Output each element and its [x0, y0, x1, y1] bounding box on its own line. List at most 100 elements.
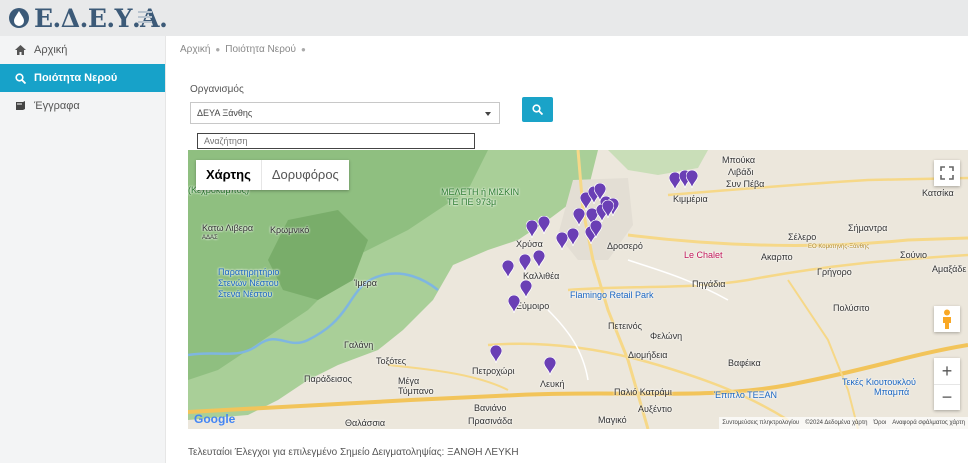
org-label: Οργανισμός: [190, 84, 244, 95]
map-data-text: ©2024 Δεδομένα χάρτη: [805, 420, 868, 426]
logo-drop-icon: [9, 8, 29, 28]
sidebar-item-label: Ποιότητα Νερού: [34, 72, 118, 84]
map-label: ΜΕΛΕΤΗ ή ΜΙΣΚΙΝ: [441, 187, 520, 197]
map-label: Ακαρπο: [761, 252, 793, 262]
sampling-point-pin-icon[interactable]: [508, 295, 520, 313]
map-label: Μπούκα: [722, 155, 756, 165]
map-label: Χρύσα: [516, 239, 543, 249]
sidebar: Αρχική Ποιότητα Νερού Έγγραφα: [0, 36, 166, 463]
map-label: Πρασινάδα: [468, 416, 513, 426]
sidebar-item-water-quality[interactable]: Ποιότητα Νερού: [0, 64, 165, 92]
map-label: Δροσερό: [607, 241, 643, 251]
org-select[interactable]: ΔΕΥΑ Ξάνθης: [190, 102, 500, 124]
map-label: Γαλάνη: [344, 340, 374, 350]
sampling-point-pin-icon[interactable]: [538, 216, 550, 234]
latest-checks-title: Τελευταίοι Έλεγχοι για επιλεγμένο Σημείο…: [188, 447, 519, 458]
map-label: Φελώνη: [650, 331, 683, 341]
home-icon: [14, 44, 26, 56]
map-label: Σέλερο: [788, 232, 817, 242]
map-label: Πολύσιτο: [833, 303, 870, 313]
map-label: Πετεινός: [608, 321, 642, 331]
sidebar-item-label: Έγγραφα: [34, 100, 80, 112]
breadcrumb-separator: ●: [300, 45, 306, 54]
map-label: Στενών Νέστου: [218, 278, 279, 288]
map-label: Στενά Νέστου: [218, 289, 273, 299]
map-label: ΤΕ ΠΕ 973μ: [447, 197, 497, 207]
sampling-point-pin-icon[interactable]: [502, 260, 514, 278]
map-attribution: Συντομεύσεις πληκτρολογίου ©2024 Δεδομέν…: [719, 417, 968, 429]
map-label: Θαλάσσια: [345, 418, 386, 428]
zoom-in-button[interactable]: +: [934, 358, 960, 384]
map-label: Πηγάδια: [692, 279, 726, 289]
map-label: Σήμαντρα: [848, 223, 888, 233]
book-icon: [14, 100, 26, 112]
map-label: Τύμπανο: [398, 386, 434, 396]
map-label[interactable]: Έπιπλο ΤΕΞΑΝ: [714, 390, 777, 400]
map-label: Κρωμνικό: [270, 225, 310, 235]
pegman-icon[interactable]: [934, 306, 960, 332]
sampling-point-pin-icon[interactable]: [567, 228, 579, 246]
google-logo: Google: [194, 412, 236, 426]
sampling-point-pin-icon[interactable]: [533, 250, 545, 268]
map-label[interactable]: Τεκές Κιουτουκλού: [842, 377, 916, 387]
map-label: Παλιό Κατράμι: [614, 387, 672, 397]
breadcrumb-separator: ●: [215, 45, 221, 54]
map-label: Κατσίκα: [922, 188, 954, 198]
map-label: Σούνιο: [900, 250, 927, 260]
map-label: Συν Πέβα: [726, 179, 765, 189]
map-label: Λευκή: [540, 379, 565, 389]
chevron-down-icon: [485, 112, 491, 116]
sampling-point-pin-icon[interactable]: [526, 220, 538, 238]
map-type-satellite-button[interactable]: Δορυφόρος: [260, 160, 349, 190]
org-select-value: ΔΕΥΑ Ξάνθης: [197, 108, 253, 118]
map-label: Αυξέντιο: [638, 404, 673, 414]
map-label: Μπαμπά: [874, 387, 910, 397]
map-label: Αμαξάδε: [932, 264, 967, 274]
map-label: Μαγικό: [598, 415, 627, 425]
breadcrumb-current: Ποιότητα Νερού: [225, 44, 296, 55]
map-label: Εύμοιρο: [516, 301, 550, 311]
sampling-point-pin-icon[interactable]: [686, 170, 698, 188]
map-label: Πετροχώρι: [472, 366, 515, 376]
sidebar-item-documents[interactable]: Έγγραφα: [0, 92, 165, 120]
map-label: Κατω Λιβερα: [202, 223, 254, 233]
menu-toggle-icon[interactable]: [138, 11, 152, 23]
breadcrumb: Αρχική ● Ποιότητα Νερού ●: [180, 44, 306, 55]
sampling-point-pin-icon[interactable]: [520, 280, 532, 298]
map[interactable]: Χάρτης Δορυφόρος + − Μπούκα Λιβάδι Συν Π…: [188, 150, 968, 429]
map-label[interactable]: Le Chalet: [684, 250, 723, 260]
keyboard-shortcuts-link[interactable]: Συντομεύσεις πληκτρολογίου: [722, 420, 799, 426]
map-label: Μέγα: [398, 376, 420, 386]
zoom-out-button[interactable]: −: [934, 384, 960, 410]
sampling-point-pin-icon[interactable]: [519, 254, 531, 272]
sampling-point-pin-icon[interactable]: [573, 208, 585, 226]
sidebar-item-home[interactable]: Αρχική: [0, 36, 165, 64]
map-label: Διομήδεια: [628, 350, 668, 360]
map-label: Βαφέικα: [728, 358, 761, 368]
map-label: ΑΔΑΣ: [202, 235, 218, 241]
sampling-point-pin-icon[interactable]: [490, 345, 502, 363]
map-label: Λιβάδι: [728, 167, 754, 177]
search-icon: [14, 72, 26, 84]
sampling-point-pin-icon[interactable]: [602, 200, 614, 218]
map-type-map-button[interactable]: Χάρτης: [196, 160, 261, 190]
top-header: Ε.Δ.Ε.Υ.Α.: [0, 0, 968, 36]
report-error-link[interactable]: Αναφορά σφάλματος χάρτη: [892, 420, 965, 426]
search-icon: [532, 104, 543, 115]
map-type-control: Χάρτης Δορυφόρος: [196, 160, 349, 190]
map-search-input[interactable]: [197, 133, 475, 149]
fullscreen-icon[interactable]: [934, 160, 960, 186]
terms-link[interactable]: Όροι: [873, 420, 886, 426]
map-label: Κιμμέρια: [673, 194, 708, 204]
sampling-point-pin-icon[interactable]: [544, 357, 556, 375]
sidebar-item-label: Αρχική: [34, 44, 68, 56]
map-label[interactable]: Παρατηρητήριο: [218, 267, 279, 277]
sampling-point-pin-icon[interactable]: [590, 220, 602, 238]
search-button[interactable]: [522, 97, 553, 122]
map-label[interactable]: Flamingo Retail Park: [570, 290, 654, 300]
map-label: ΕΟ Κομοτηνής-Ξάνθης: [808, 244, 870, 250]
map-label: Παράδεισος: [304, 374, 352, 384]
map-label: Ίμερα: [354, 278, 377, 288]
zoom-control: + −: [934, 358, 960, 410]
breadcrumb-home[interactable]: Αρχική: [180, 44, 210, 55]
